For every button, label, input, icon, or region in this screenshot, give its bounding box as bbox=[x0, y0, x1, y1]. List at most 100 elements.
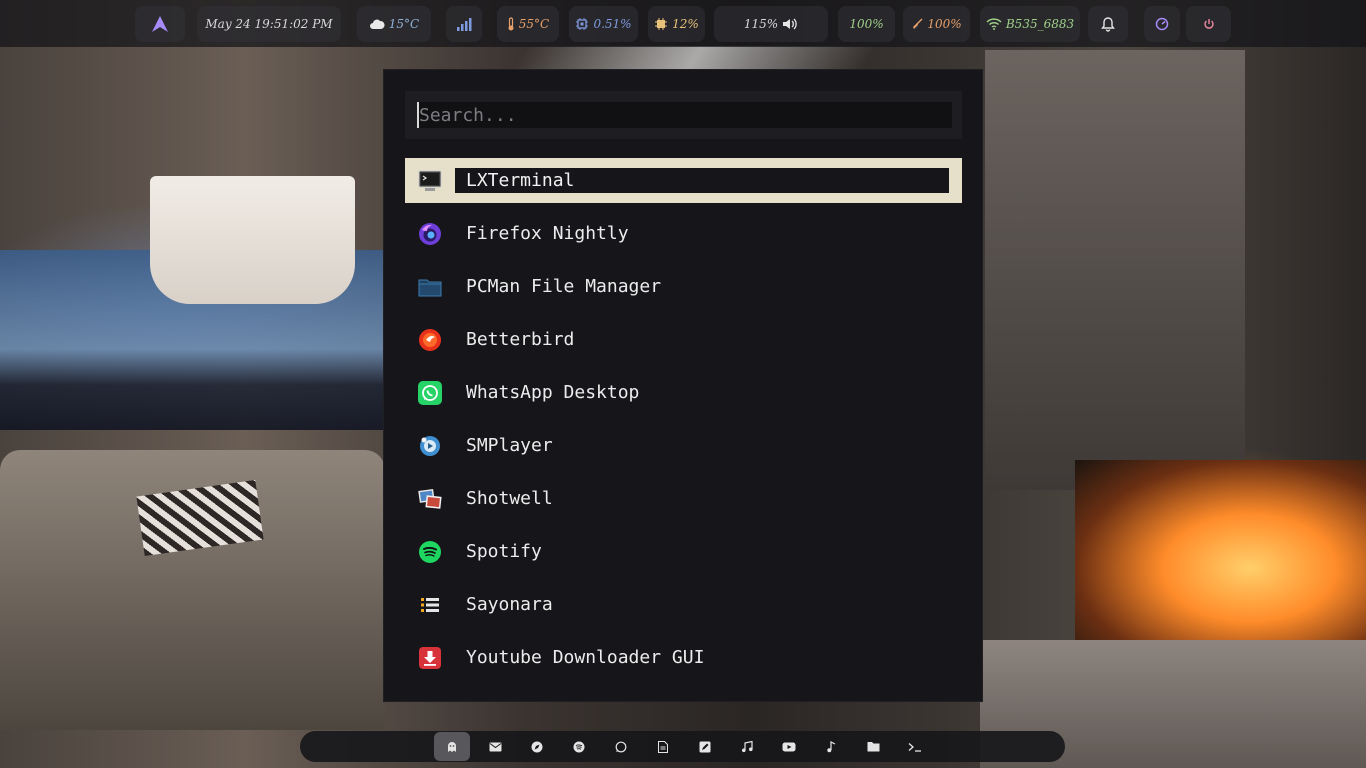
wifi-text: B535_6883 bbox=[1005, 17, 1075, 31]
app-label: LXTerminal bbox=[455, 168, 949, 193]
dock-item-music-player[interactable] bbox=[729, 732, 765, 761]
speedometer-icon bbox=[1155, 17, 1169, 31]
speaker-icon bbox=[783, 18, 797, 30]
dock-item-youtube[interactable] bbox=[771, 732, 807, 761]
folder-icon bbox=[867, 742, 879, 752]
app-item-pcman-file-manager[interactable]: PCMan File Manager bbox=[405, 264, 962, 309]
weather-widget[interactable]: 15°C bbox=[357, 6, 431, 42]
app-item-lxterminal[interactable]: LXTerminal bbox=[405, 158, 962, 203]
arch-logo-icon bbox=[152, 16, 168, 32]
document-icon bbox=[658, 740, 668, 753]
spotify-icon bbox=[418, 540, 442, 564]
folder-icon bbox=[418, 275, 442, 299]
app-item-youtube-downloader-gui[interactable]: Youtube Downloader GUI bbox=[405, 635, 962, 680]
volume-text: 115% bbox=[743, 17, 779, 31]
wifi-icon bbox=[986, 18, 1002, 30]
smplayer-icon bbox=[418, 434, 442, 458]
spotify-icon bbox=[573, 741, 585, 752]
app-label: Betterbird bbox=[466, 329, 575, 350]
app-label: Youtube Downloader GUI bbox=[466, 647, 705, 668]
whatsapp-icon bbox=[615, 741, 627, 752]
whatsapp-icon bbox=[418, 380, 442, 405]
youtube-icon bbox=[782, 742, 796, 751]
dock-item-terminal[interactable] bbox=[897, 732, 933, 761]
app-launcher: LXTerminal Firefox Nightly PCMan Fil bbox=[383, 69, 983, 702]
temperature-widget[interactable]: 55°C bbox=[497, 6, 559, 42]
memory-widget[interactable]: 12% bbox=[648, 6, 705, 42]
app-item-betterbird[interactable]: Betterbird bbox=[405, 317, 962, 362]
datetime-text: May 24 19:51:02 PM bbox=[205, 17, 333, 31]
dock-item-mail[interactable] bbox=[477, 732, 513, 761]
app-label: Shotwell bbox=[466, 488, 553, 509]
search-input[interactable] bbox=[417, 102, 952, 128]
dock-item-ghost[interactable] bbox=[434, 732, 470, 761]
cpu-chip-icon bbox=[576, 18, 589, 30]
thermometer-icon bbox=[508, 17, 514, 31]
dock-item-whatsapp[interactable] bbox=[603, 732, 639, 761]
app-item-whatsapp-desktop[interactable]: WhatsApp Desktop bbox=[405, 370, 962, 415]
wallpaper-light-beam bbox=[513, 46, 877, 70]
wallpaper-sofa bbox=[0, 450, 385, 730]
dock-item-editor[interactable] bbox=[687, 732, 723, 761]
app-list: LXTerminal Firefox Nightly PCMan File Ma… bbox=[405, 158, 962, 688]
youtube-downloader-icon bbox=[418, 646, 442, 670]
volume-widget[interactable]: 115% bbox=[714, 6, 828, 42]
app-item-spotify[interactable]: Spotify bbox=[405, 529, 962, 574]
dock-item-spotify[interactable] bbox=[561, 732, 597, 761]
mail-icon bbox=[489, 742, 501, 751]
cpu-text: 0.51% bbox=[593, 17, 632, 31]
network-signal-widget[interactable] bbox=[446, 6, 482, 42]
app-label: Sayonara bbox=[466, 594, 553, 615]
dock-item-files[interactable] bbox=[855, 732, 891, 761]
memory-text: 12% bbox=[672, 17, 699, 31]
search-box bbox=[405, 91, 962, 139]
power-button[interactable] bbox=[1186, 6, 1231, 42]
app-item-sayonara[interactable]: Sayonara bbox=[405, 582, 962, 627]
bell-icon bbox=[1101, 17, 1115, 32]
broom-icon bbox=[913, 18, 923, 29]
sayonara-icon bbox=[418, 593, 442, 617]
shotwell-icon bbox=[418, 487, 442, 511]
music-note-icon bbox=[742, 740, 753, 752]
wallpaper-wall bbox=[985, 50, 1245, 490]
clock-widget[interactable]: May 24 19:51:02 PM bbox=[197, 6, 341, 42]
app-item-shotwell[interactable]: Shotwell bbox=[405, 476, 962, 521]
wallpaper-window bbox=[0, 250, 385, 430]
battery-widget[interactable]: 100% bbox=[903, 6, 970, 42]
wallpaper-cushion bbox=[136, 479, 264, 557]
wifi-widget[interactable]: B535_6883 bbox=[980, 6, 1080, 42]
compass-icon bbox=[531, 741, 543, 752]
brightness-widget[interactable]: 100% bbox=[838, 6, 895, 42]
app-label: Spotify bbox=[466, 541, 542, 562]
app-label: SMPlayer bbox=[466, 435, 553, 456]
dock-item-compass[interactable] bbox=[519, 732, 555, 761]
app-label: Firefox Nightly bbox=[466, 223, 629, 244]
power-icon bbox=[1203, 19, 1214, 29]
temperature-text: 55°C bbox=[518, 17, 550, 31]
terminal-icon bbox=[418, 169, 442, 193]
cpu-widget[interactable]: 0.51% bbox=[569, 6, 638, 42]
brightness-text: 100% bbox=[849, 17, 884, 31]
app-label: PCMan File Manager bbox=[466, 276, 662, 297]
ghost-icon bbox=[448, 741, 456, 752]
firefox-nightly-icon bbox=[418, 222, 442, 246]
launcher-button[interactable] bbox=[135, 6, 185, 42]
terminal-prompt-icon bbox=[908, 742, 921, 752]
top-bar: May 24 19:51:02 PM 15°C 55°C 0.51% 12% 1… bbox=[0, 0, 1366, 47]
app-item-smplayer[interactable]: SMPlayer bbox=[405, 423, 962, 468]
edit-icon bbox=[699, 741, 711, 752]
dashboard-button[interactable] bbox=[1144, 6, 1180, 42]
notification-button[interactable] bbox=[1088, 6, 1128, 42]
wallpaper-lamp bbox=[150, 176, 355, 304]
betterbird-icon bbox=[418, 328, 442, 352]
app-item-firefox-nightly[interactable]: Firefox Nightly bbox=[405, 211, 962, 256]
battery-text: 100% bbox=[927, 17, 962, 31]
dock-item-document[interactable] bbox=[645, 732, 681, 761]
wallpaper-fireplace bbox=[1075, 460, 1366, 640]
dock bbox=[300, 731, 1065, 762]
app-label: WhatsApp Desktop bbox=[466, 382, 640, 403]
cloud-icon bbox=[369, 19, 385, 29]
music-icon bbox=[827, 740, 836, 752]
dock-item-music[interactable] bbox=[813, 732, 849, 761]
signal-bars-icon bbox=[457, 18, 472, 31]
